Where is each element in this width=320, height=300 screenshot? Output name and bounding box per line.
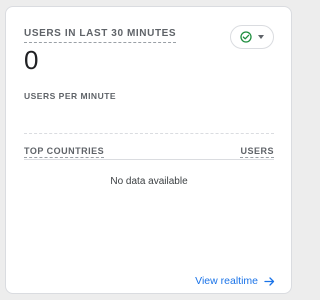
view-realtime-link[interactable]: View realtime <box>195 275 275 287</box>
metric-value: 0 <box>24 45 39 75</box>
chart-baseline <box>24 133 274 134</box>
metric-label[interactable]: Users in last 30 minutes <box>24 28 177 43</box>
arrow-right-icon <box>264 276 275 287</box>
view-realtime-label: View realtime <box>195 275 258 287</box>
status-dropdown-button[interactable] <box>230 25 274 49</box>
empty-state-message: No data available <box>110 176 188 187</box>
check-circle-icon <box>240 31 252 43</box>
column-header-top-countries[interactable]: Top countries <box>24 146 105 158</box>
caret-down-icon <box>258 35 264 39</box>
realtime-card: Users in last 30 minutes 0 Users per min… <box>5 6 292 294</box>
column-header-users[interactable]: Users <box>240 146 274 158</box>
table-header: Top countries Users <box>24 146 274 160</box>
users-per-minute-label: Users per minute <box>24 91 117 101</box>
